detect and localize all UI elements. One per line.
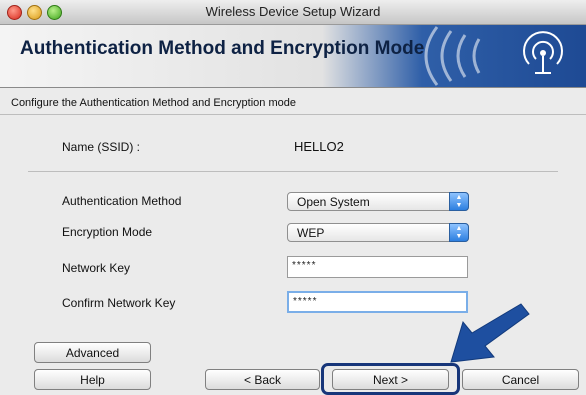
confirm-key-label: Confirm Network Key	[62, 296, 176, 310]
auth-method-label: Authentication Method	[62, 194, 182, 208]
auth-method-value: Open System	[297, 195, 370, 209]
title-bar: Wireless Device Setup Wizard	[0, 0, 586, 25]
encryption-mode-select[interactable]: WEP ▲ ▼	[287, 223, 469, 242]
next-button-highlight	[321, 363, 460, 395]
network-key-field[interactable]: *****	[287, 256, 468, 278]
divider	[0, 114, 586, 115]
auth-method-select[interactable]: Open System ▲ ▼	[287, 192, 469, 211]
back-button[interactable]: < Back	[205, 369, 320, 390]
section-divider	[28, 171, 558, 172]
network-key-label: Network Key	[62, 261, 131, 275]
updown-arrows-icon: ▲ ▼	[449, 192, 469, 211]
confirm-key-field[interactable]: *****	[287, 291, 468, 313]
cancel-button[interactable]: Cancel	[462, 369, 579, 390]
page-title: Authentication Method and Encryption Mod…	[20, 38, 425, 59]
wizard-header: Authentication Method and Encryption Mod…	[0, 25, 586, 88]
advanced-button[interactable]: Advanced	[34, 342, 151, 363]
encryption-mode-label: Encryption Mode	[62, 225, 153, 239]
ssid-value: HELLO2	[294, 139, 344, 154]
ssid-label: Name (SSID) :	[62, 140, 141, 154]
window-title: Wireless Device Setup Wizard	[205, 4, 381, 19]
pointer-arrow-icon	[450, 303, 530, 363]
updown-arrows-icon: ▲ ▼	[449, 223, 469, 242]
encryption-mode-value: WEP	[297, 226, 325, 240]
instruction-text: Configure the Authentication Method and …	[11, 97, 296, 109]
help-button[interactable]: Help	[34, 369, 151, 390]
wireless-signal-icon	[424, 26, 563, 86]
